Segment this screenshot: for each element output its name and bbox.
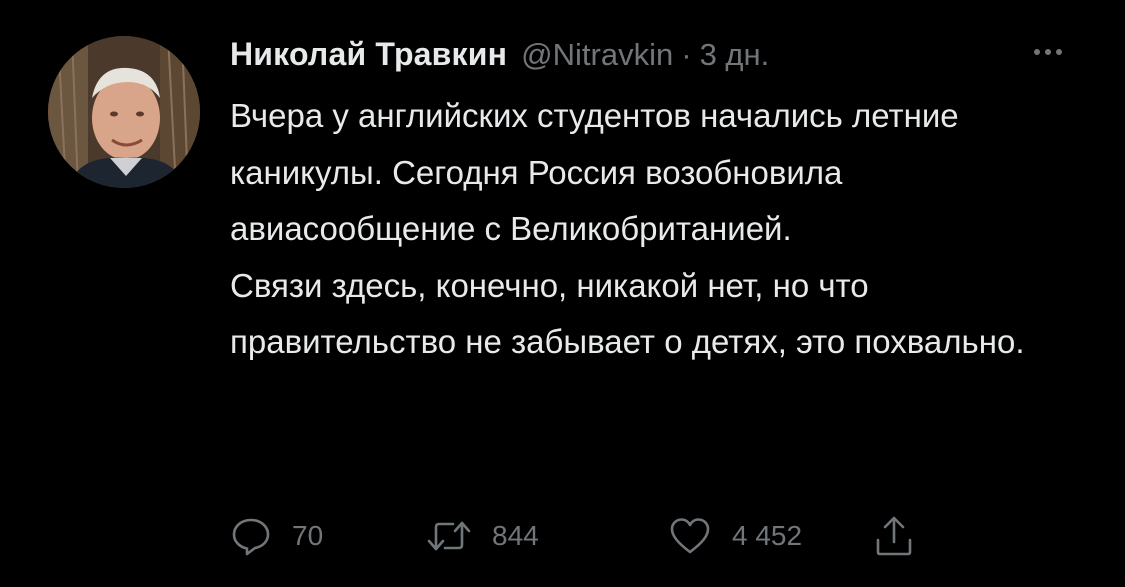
speech-bubble-icon xyxy=(230,515,272,557)
avatar[interactable] xyxy=(48,36,200,188)
separator-dot: · xyxy=(681,37,692,72)
more-options-button[interactable] xyxy=(1022,40,1074,64)
reply-count: 70 xyxy=(292,520,324,551)
tweet-paragraph: Связи здесь, конечно, никакой нет, но чт… xyxy=(230,266,1025,361)
heart-icon xyxy=(668,515,712,557)
retweet-count: 844 xyxy=(492,520,539,551)
tweet-paragraph: Вчера у английских студентов начались ле… xyxy=(230,97,959,247)
tweet: Николай Травкин @Nitravkin · 3 дн. Вчера… xyxy=(0,0,1125,587)
retweet-button[interactable]: 844 xyxy=(426,512,539,560)
tweet-actions: 70 844 4 452 xyxy=(230,512,970,560)
share-upload-icon xyxy=(874,514,914,558)
tweet-text: Вчера у английских студентов начались ле… xyxy=(230,88,1090,371)
reply-button[interactable]: 70 xyxy=(230,512,323,560)
author-handle[interactable]: @Nitravkin xyxy=(521,37,673,73)
like-count: 4 452 xyxy=(732,520,803,551)
retweet-arrows-icon xyxy=(426,515,472,557)
like-button[interactable]: 4 452 xyxy=(668,512,802,560)
author-name[interactable]: Николай Травкин xyxy=(230,36,507,73)
ellipsis-icon xyxy=(1034,49,1040,55)
share-button[interactable] xyxy=(874,512,914,560)
avatar-photo xyxy=(48,36,200,188)
timestamp[interactable]: 3 дн. xyxy=(700,37,770,73)
tweet-header: Николай Травкин @Nitravkin · 3 дн. xyxy=(230,36,769,76)
